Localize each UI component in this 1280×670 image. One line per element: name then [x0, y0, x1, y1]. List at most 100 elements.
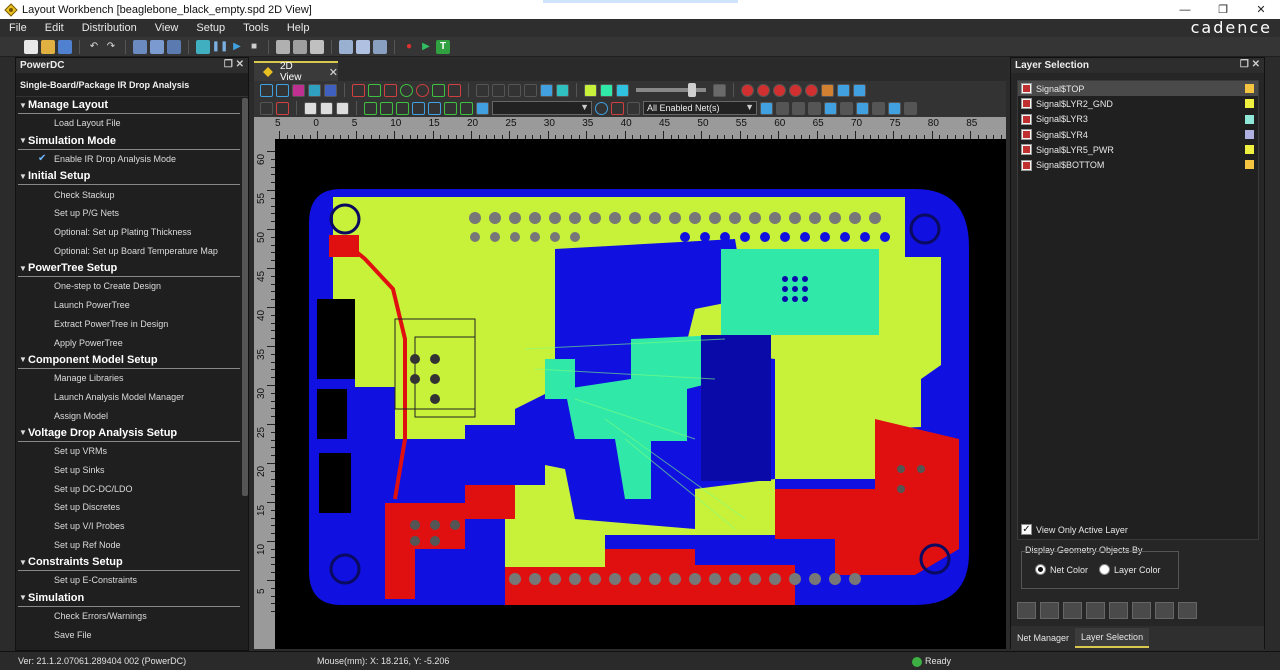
- net-color-radio[interactable]: [1035, 564, 1046, 575]
- net-filter-combo[interactable]: All Enabled Net(s) ▼: [643, 101, 757, 115]
- undo-icon[interactable]: ↶: [87, 40, 101, 54]
- layer-color-swatch[interactable]: [1245, 114, 1254, 124]
- workflow-step[interactable]: Optional: Set up Board Temperature Map: [18, 241, 248, 260]
- remove-circle-icon[interactable]: [416, 83, 429, 97]
- import-icon[interactable]: [853, 83, 866, 97]
- view-only-active-checkbox[interactable]: ✓: [1021, 524, 1032, 535]
- check-icon[interactable]: [789, 83, 802, 97]
- menu-file[interactable]: File: [0, 22, 36, 34]
- zoom-fit-icon[interactable]: [308, 83, 321, 97]
- component-icon[interactable]: [276, 39, 290, 54]
- workflow-step[interactable]: Manage Libraries: [18, 369, 248, 388]
- workflow-step[interactable]: Set up DC-DC/LDO: [18, 479, 248, 498]
- port-icon[interactable]: [310, 39, 324, 54]
- tool-edit-icon[interactable]: [1040, 602, 1059, 619]
- pan-icon[interactable]: [276, 83, 289, 97]
- menu-edit[interactable]: Edit: [36, 22, 73, 34]
- measure-icon[interactable]: [476, 101, 489, 115]
- layer-color-swatch[interactable]: [1245, 145, 1254, 155]
- workflow-step[interactable]: Set up Sinks: [18, 461, 248, 480]
- select-icon[interactable]: [260, 83, 273, 97]
- stop-sim-icon[interactable]: [741, 83, 754, 97]
- redo-icon[interactable]: ↷: [104, 40, 118, 54]
- text-tool-icon[interactable]: T: [436, 39, 450, 54]
- play-icon[interactable]: ▶: [230, 40, 244, 54]
- tool-target-icon[interactable]: [1132, 602, 1151, 619]
- tab-close-icon[interactable]: ✕: [329, 66, 338, 79]
- pcb-board-drawing[interactable]: [275, 139, 1006, 649]
- collapse-triangle-icon[interactable]: ▼: [18, 101, 28, 110]
- panel-controls[interactable]: ❐ ✕: [1240, 59, 1260, 70]
- run-icon[interactable]: ▶: [419, 40, 433, 54]
- menu-distribution[interactable]: Distribution: [73, 22, 146, 34]
- section-header[interactable]: ▼ Simulation Mode: [18, 133, 240, 150]
- layer-row[interactable]: Signal$LYR2_GND: [1018, 96, 1258, 111]
- menu-view[interactable]: View: [146, 22, 188, 34]
- distribute-icon[interactable]: [380, 101, 393, 115]
- workflow-step[interactable]: Save File: [18, 625, 248, 644]
- section-header[interactable]: ▼ Constraints Setup: [18, 554, 240, 572]
- save-icon[interactable]: [58, 39, 72, 54]
- close-button[interactable]: ✕: [1242, 0, 1280, 19]
- layer-color-radio[interactable]: [1099, 564, 1110, 575]
- 3d-icon[interactable]: [616, 83, 629, 97]
- workflow-step[interactable]: Assign Model: [18, 406, 248, 425]
- collapse-triangle-icon[interactable]: ▼: [18, 264, 28, 273]
- stop-icon[interactable]: ■: [247, 40, 261, 54]
- transparency-slider[interactable]: [636, 83, 706, 97]
- workflow-step[interactable]: Extract PowerTree in Design: [18, 315, 248, 334]
- collapse-triangle-icon[interactable]: ▼: [18, 355, 28, 364]
- net-more-icon[interactable]: [872, 101, 885, 115]
- add-via-icon[interactable]: [384, 83, 397, 97]
- tab-net-manager[interactable]: Net Manager: [1011, 628, 1075, 648]
- properties-icon[interactable]: [373, 39, 387, 54]
- section-header[interactable]: ▼ Voltage Drop Analysis Setup: [18, 425, 240, 442]
- view-only-active-layer-option[interactable]: ✓ View Only Active Layer: [1021, 524, 1128, 535]
- tab-layer-selection[interactable]: Layer Selection: [1075, 628, 1150, 648]
- net-settings-icon[interactable]: [888, 101, 901, 115]
- collapse-triangle-icon[interactable]: ▼: [18, 172, 28, 181]
- color-icon[interactable]: [600, 83, 613, 97]
- layer-combo[interactable]: ▼: [492, 101, 592, 115]
- workflow-step[interactable]: Load Layout File: [18, 114, 248, 133]
- pin-icon[interactable]: [293, 39, 307, 54]
- delete-polygon-icon[interactable]: [448, 83, 461, 97]
- clear-search-icon[interactable]: [611, 101, 624, 115]
- tool-line-icon[interactable]: [1063, 602, 1082, 619]
- net-list-icon[interactable]: [840, 101, 853, 115]
- add-shape-icon[interactable]: [352, 83, 365, 97]
- workflow-step[interactable]: Set up VRMs: [18, 442, 248, 461]
- workflow-step[interactable]: Set up Discretes: [18, 498, 248, 517]
- open-folder-icon[interactable]: [41, 39, 55, 54]
- layer-color-swatch[interactable]: [1245, 84, 1254, 93]
- zoom-in-icon[interactable]: [324, 83, 337, 97]
- workflow-step[interactable]: Check Errors/Warnings: [18, 607, 248, 626]
- snap-icon[interactable]: [396, 101, 409, 115]
- tool-dot-icon[interactable]: [1109, 602, 1128, 619]
- tool-route-icon[interactable]: [1178, 602, 1197, 619]
- layer-row[interactable]: Signal$BOTTOM: [1018, 157, 1258, 172]
- layer-color-option[interactable]: Layer Color: [1099, 564, 1161, 575]
- workflow-step[interactable]: Set up Ref Node: [18, 535, 248, 554]
- net-hide-icon[interactable]: [776, 101, 789, 115]
- error-icon[interactable]: [757, 83, 770, 97]
- net-highlight-icon[interactable]: [760, 101, 773, 115]
- clip-icon[interactable]: [524, 83, 537, 97]
- net-show-icon[interactable]: [792, 101, 805, 115]
- section-header[interactable]: ▼ Simulation: [18, 590, 240, 607]
- collapse-triangle-icon[interactable]: ▼: [18, 136, 28, 145]
- add-polygon-icon[interactable]: [432, 83, 445, 97]
- filter-icon[interactable]: [713, 83, 726, 97]
- tool-add-icon[interactable]: [1017, 602, 1036, 619]
- arrow-left-icon[interactable]: [260, 101, 273, 115]
- section-header[interactable]: ▼ Manage Layout: [18, 97, 240, 114]
- warning-icon[interactable]: [773, 83, 786, 97]
- workflow-step[interactable]: Optional: Set up Plating Thickness: [18, 223, 248, 242]
- overflow-icon[interactable]: [904, 101, 917, 115]
- curve-icon[interactable]: [412, 101, 425, 115]
- layer-color-swatch[interactable]: [1245, 160, 1254, 170]
- layer-view-icon[interactable]: [540, 83, 553, 97]
- workflow-step[interactable]: Check Stackup: [18, 185, 248, 204]
- slider-knob[interactable]: [688, 83, 696, 97]
- arc-icon[interactable]: [428, 101, 441, 115]
